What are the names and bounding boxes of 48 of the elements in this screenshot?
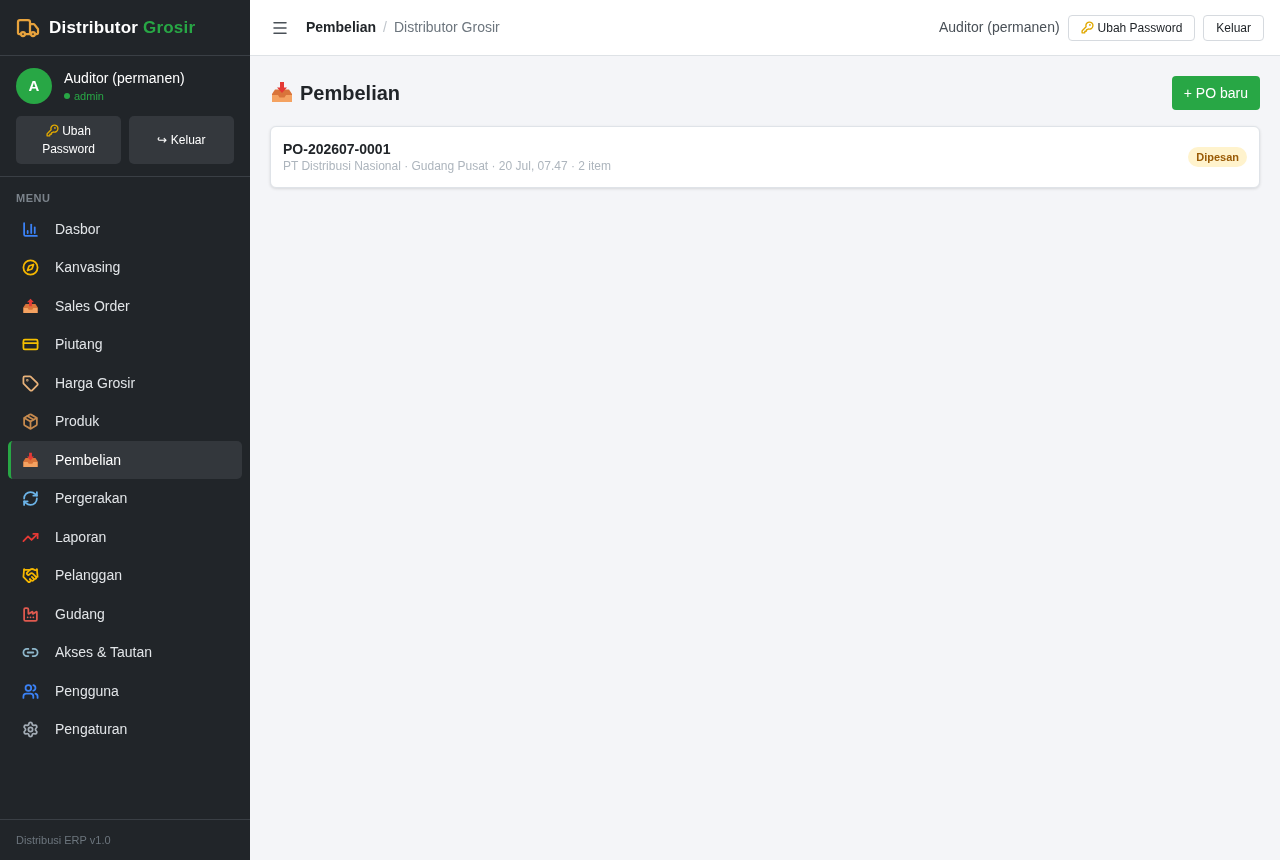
inbox-tray-icon bbox=[22, 451, 39, 469]
order-card[interactable]: PO-202607-0001 PT Distribusi Nasional · Gudang Pusat · 20 Jul, 07.47 · 2 item Dipesan bbox=[270, 126, 1260, 188]
breadcrumb-separator: / bbox=[383, 18, 387, 37]
factory-icon bbox=[22, 605, 39, 623]
outbox-tray-icon bbox=[22, 297, 39, 315]
order-number: PO-202607-0001 bbox=[283, 140, 392, 158]
package-icon bbox=[22, 413, 39, 430]
credit-card-icon bbox=[22, 336, 39, 353]
brand-name: Distributor Grosir bbox=[49, 16, 196, 39]
sidebar-item[interactable]: Sales Order bbox=[8, 287, 242, 325]
order-details: PT Distribusi Nasional · Gudang Pusat · 20 Jul, 07.47 · 2 item bbox=[283, 158, 611, 174]
user-name: Auditor (permanen) bbox=[64, 69, 185, 87]
change-password-button[interactable]: Ubah Password bbox=[1067, 14, 1196, 41]
handshake-icon bbox=[22, 567, 39, 584]
version-text: Distribusi ERP v1.0 bbox=[16, 832, 111, 848]
logout-button[interactable]: ↪ Keluar bbox=[129, 116, 234, 164]
status-badge: Dipesan bbox=[1188, 147, 1247, 167]
sidebar-item[interactable]: Kanvasing bbox=[8, 248, 242, 287]
header-user-name: Auditor (permanen) bbox=[938, 18, 1060, 37]
sidebar-item[interactable]: Akses & Tautan bbox=[8, 633, 242, 672]
sidebar-item[interactable]: Pengaturan bbox=[8, 710, 242, 749]
breadcrumb-parent: Distributor Grosir bbox=[393, 18, 500, 37]
sidebar-item[interactable]: Laporan bbox=[8, 518, 242, 556]
inbox-tray-icon bbox=[270, 81, 294, 105]
page-title: Pembelian bbox=[300, 81, 401, 106]
change-password-button[interactable]: Ubah Password bbox=[16, 116, 121, 164]
sidebar-item[interactable]: Piutang bbox=[8, 325, 242, 364]
menu-heading: MENU bbox=[15, 192, 52, 204]
user-role: admin bbox=[74, 89, 104, 103]
key-icon bbox=[1080, 21, 1094, 34]
sidebar-item[interactable]: Produk bbox=[8, 402, 242, 441]
sidebar-item[interactable]: Pergerakan bbox=[8, 479, 242, 518]
users-icon bbox=[22, 682, 39, 700]
sidebar-item[interactable]: Harga Grosir bbox=[8, 364, 242, 402]
sidebar-item[interactable]: Dasbor bbox=[8, 210, 242, 248]
breadcrumb-current: Pembelian bbox=[306, 18, 377, 37]
avatar: A bbox=[16, 68, 52, 104]
sidebar-item[interactable]: Pelanggan bbox=[8, 556, 242, 595]
sidebar-item[interactable]: Pengguna bbox=[8, 672, 242, 710]
refresh-icon bbox=[22, 490, 39, 507]
tag-icon bbox=[22, 374, 39, 392]
sidebar-item[interactable]: Pembelian bbox=[8, 441, 242, 479]
settings-icon bbox=[22, 721, 39, 738]
logout-button[interactable]: Keluar bbox=[1203, 14, 1264, 41]
key-icon bbox=[46, 124, 60, 137]
compass-icon bbox=[22, 259, 39, 276]
bar-chart-icon bbox=[22, 220, 39, 238]
sidebar-item[interactable]: Gudang bbox=[8, 595, 242, 633]
